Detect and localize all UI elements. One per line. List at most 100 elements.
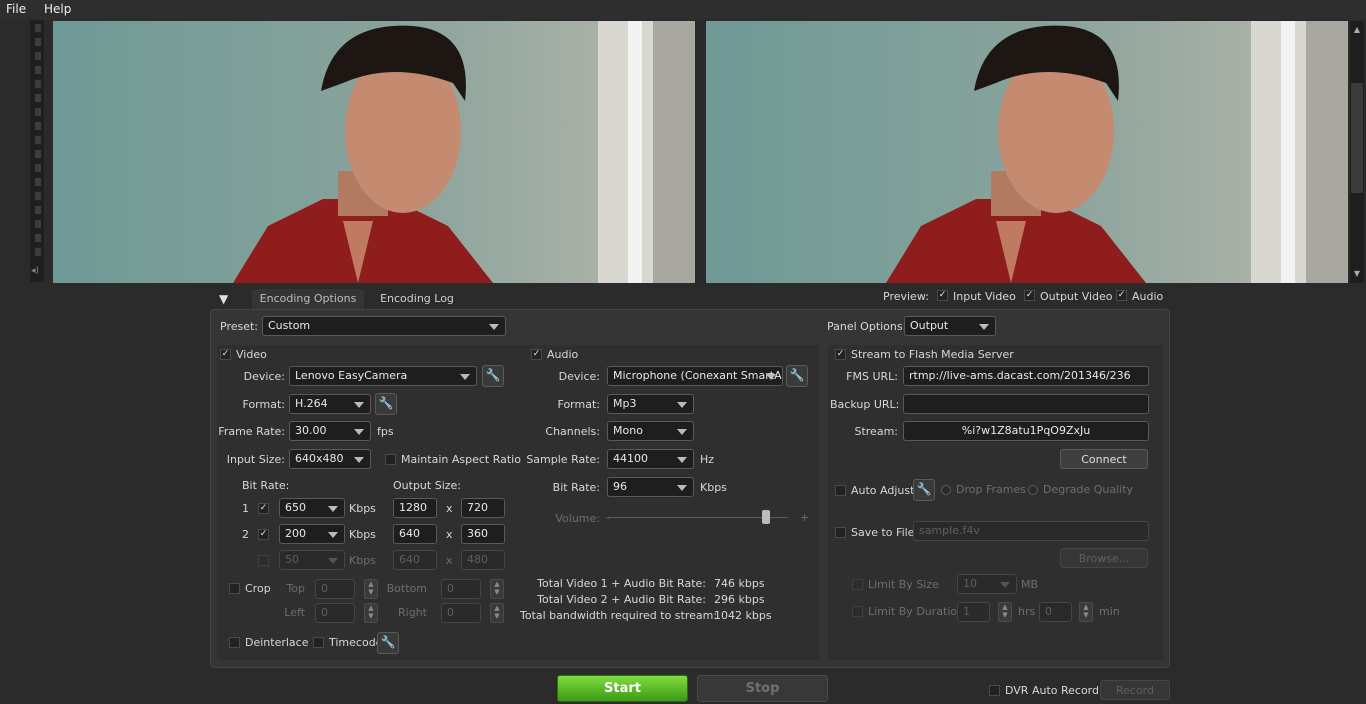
tab-encoding-log[interactable]: Encoding Log: [372, 289, 462, 309]
sample-rate-select[interactable]: 44100: [607, 449, 694, 469]
size-x-2: x: [446, 528, 453, 541]
limit-by-size-checkbox[interactable]: [852, 579, 863, 590]
timecode-settings-wrench-icon[interactable]: 🔧: [377, 632, 399, 654]
video-checkbox[interactable]: ✓: [220, 349, 231, 360]
backup-url-input[interactable]: [903, 394, 1149, 414]
bitrate-row-2-index: 2: [242, 528, 249, 541]
audio-device-select[interactable]: Microphone (Conexant SmartAu: [607, 366, 783, 386]
volume-slider-knob[interactable]: [762, 510, 771, 524]
bitrate-row-3-select[interactable]: 50: [279, 550, 345, 570]
preset-select[interactable]: Custom: [262, 316, 506, 336]
scroll-down-icon[interactable]: ▼: [1352, 269, 1362, 278]
preview-scrollbar[interactable]: ▲ ▼: [1350, 21, 1364, 283]
browse-button[interactable]: Browse...: [1060, 548, 1148, 568]
panel-options-select[interactable]: Output: [904, 316, 996, 336]
crop-checkbox[interactable]: [229, 583, 240, 594]
timecode-checkbox[interactable]: [313, 637, 324, 648]
audio-bit-rate-select[interactable]: 96: [607, 477, 694, 497]
stream-to-fms-label: Stream to Flash Media Server: [851, 348, 1014, 361]
scroll-up-icon[interactable]: ▲: [1352, 25, 1362, 34]
output-height-1-input[interactable]: 720: [461, 498, 505, 518]
stream-to-fms-checkbox[interactable]: ✓: [835, 349, 846, 360]
frame-rate-select[interactable]: 30.00: [289, 421, 371, 441]
frame-rate-label: Frame Rate:: [218, 425, 285, 438]
crop-left-spinner[interactable]: ▲ ▼: [364, 603, 378, 623]
output-height-2-input[interactable]: 360: [461, 524, 505, 544]
bitrate-row-2-unit: Kbps: [349, 528, 376, 541]
limit-minutes-spinner[interactable]: ▲ ▼: [1079, 602, 1093, 622]
volume-slider-track[interactable]: [608, 517, 788, 518]
limit-size-select[interactable]: 10: [957, 574, 1017, 594]
crop-top-spinner[interactable]: ▲ ▼: [364, 579, 378, 599]
collapse-panel-icon[interactable]: ▼: [219, 292, 228, 306]
bitrate-row-2-checkbox[interactable]: ✓: [258, 529, 269, 540]
save-file-name-input[interactable]: sample.f4v: [913, 521, 1149, 541]
stream-name-input[interactable]: %i?w1Z8atu1PqO9ZxJu: [903, 421, 1149, 441]
output-width-3-input[interactable]: 640: [393, 550, 437, 570]
fms-url-input[interactable]: rtmp://live-ams.dacast.com/201346/236: [903, 366, 1149, 386]
bitrate-row-3-unit: Kbps: [349, 554, 376, 567]
auto-adjust-checkbox[interactable]: [835, 485, 846, 496]
limit-hours-spinner[interactable]: ▲ ▼: [998, 602, 1012, 622]
maintain-aspect-ratio-checkbox[interactable]: [385, 454, 396, 465]
channels-select[interactable]: Mono: [607, 421, 694, 441]
deinterlace-label: Deinterlace: [245, 636, 309, 649]
record-button[interactable]: Record: [1100, 680, 1170, 700]
audio-checkbox[interactable]: ✓: [531, 349, 542, 360]
menu-file[interactable]: File: [6, 2, 26, 16]
crop-left-input[interactable]: 0: [315, 603, 355, 623]
crop-top-input[interactable]: 0: [315, 579, 355, 599]
deinterlace-checkbox[interactable]: [229, 637, 240, 648]
dvr-auto-record-label: DVR Auto Record: [1005, 684, 1099, 697]
crop-bottom-spinner[interactable]: ▲ ▼: [490, 579, 504, 599]
backup-url-label: Backup URL:: [830, 398, 900, 411]
bit-rate-header: Bit Rate:: [242, 479, 290, 492]
limit-by-duration-checkbox[interactable]: [852, 606, 863, 617]
crop-right-input[interactable]: 0: [441, 603, 481, 623]
bitrate-row-3-checkbox[interactable]: [258, 555, 269, 566]
video-device-select[interactable]: Lenovo EasyCamera: [289, 366, 477, 386]
preview-divider: [695, 21, 706, 283]
total-video1-value: 746 kbps: [714, 577, 765, 590]
audio-format-select[interactable]: Mp3: [607, 394, 694, 414]
limit-minutes-input[interactable]: 0: [1039, 602, 1072, 622]
degrade-quality-radio[interactable]: [1028, 485, 1038, 495]
video-format-settings-wrench-icon[interactable]: 🔧: [375, 393, 397, 415]
limit-hours-input[interactable]: 1: [957, 602, 990, 622]
crop-right-spinner[interactable]: ▲ ▼: [490, 603, 504, 623]
scroll-thumb[interactable]: [1351, 83, 1363, 193]
bitrate-row-1-checkbox[interactable]: ✓: [258, 503, 269, 514]
input-size-select[interactable]: 640x480: [289, 449, 371, 469]
save-to-file-checkbox[interactable]: [835, 527, 846, 538]
start-button[interactable]: Start: [557, 675, 688, 702]
bitrate-row-2-select[interactable]: 200: [279, 524, 345, 544]
output-size-header: Output Size:: [393, 479, 461, 492]
menu-help[interactable]: Help: [44, 2, 71, 16]
tab-encoding-options[interactable]: Encoding Options: [252, 289, 364, 309]
output-width-1-input[interactable]: 1280: [393, 498, 437, 518]
drop-frames-radio[interactable]: [941, 485, 951, 495]
stop-button[interactable]: Stop: [697, 675, 828, 702]
bitrate-row-1-select[interactable]: 650: [279, 498, 345, 518]
audio-device-label: Device:: [558, 370, 600, 383]
dvr-auto-record-checkbox[interactable]: [989, 685, 1000, 696]
crop-bottom-input[interactable]: 0: [441, 579, 481, 599]
audio-title: Audio: [547, 348, 579, 361]
audio-device-settings-wrench-icon[interactable]: 🔧: [786, 365, 808, 387]
preview-label: Preview:: [883, 290, 929, 303]
preview-audio-checkbox[interactable]: ✓: [1116, 290, 1127, 301]
total-bandwidth-label: Total bandwidth required to stream:: [520, 609, 718, 622]
preview-output-video-label: Output Video: [1040, 290, 1113, 303]
bitrate-row-1-unit: Kbps: [349, 502, 376, 515]
limit-by-size-label: Limit By Size: [868, 578, 939, 591]
video-device-settings-wrench-icon[interactable]: 🔧: [482, 365, 504, 387]
auto-adjust-settings-wrench-icon[interactable]: 🔧: [913, 479, 935, 501]
output-height-3-input[interactable]: 480: [461, 550, 505, 570]
preview-input-video-checkbox[interactable]: ✓: [937, 290, 948, 301]
speaker-icon[interactable]: ◂): [31, 266, 39, 276]
connect-button[interactable]: Connect: [1060, 449, 1148, 469]
video-format-select[interactable]: H.264: [289, 394, 371, 414]
preview-output-video-checkbox[interactable]: ✓: [1024, 290, 1035, 301]
output-width-2-input[interactable]: 640: [393, 524, 437, 544]
sample-rate-label: Sample Rate:: [526, 453, 600, 466]
